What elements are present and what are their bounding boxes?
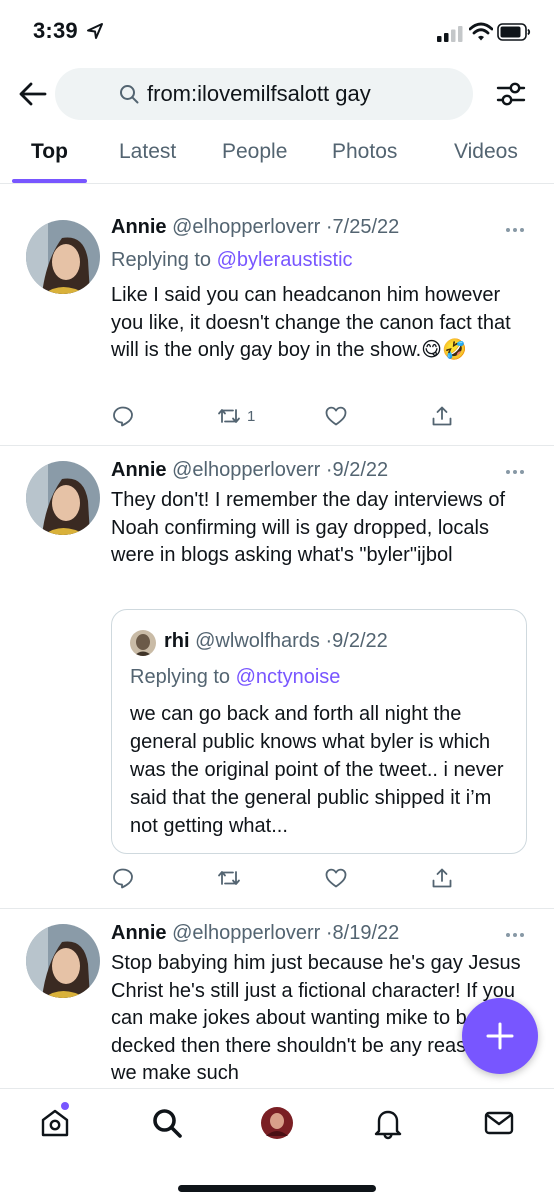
- share-button[interactable]: [430, 865, 454, 891]
- quoted-user-handle: @wlwolfhards: [195, 630, 320, 652]
- status-bar: 3:39: [0, 0, 554, 64]
- nav-notifications[interactable]: [371, 1106, 405, 1140]
- active-tab-indicator: [12, 179, 87, 183]
- tab-photos[interactable]: Photos: [332, 140, 397, 164]
- search-icon: [120, 85, 139, 104]
- reply-button[interactable]: [111, 403, 135, 429]
- nav-messages[interactable]: [482, 1106, 516, 1140]
- quoted-display-name: rhi: [164, 630, 190, 652]
- reply-button[interactable]: [111, 865, 135, 891]
- nav-spaces[interactable]: [260, 1106, 294, 1140]
- avatar[interactable]: [26, 924, 100, 998]
- replying-to: Replying to @byleraustistic: [111, 249, 353, 272]
- like-button[interactable]: [324, 865, 348, 891]
- display-name[interactable]: Annie: [111, 459, 167, 481]
- envelope-icon: [484, 1111, 514, 1135]
- cellular-signal-icon: [437, 26, 463, 42]
- search-icon: [153, 1109, 182, 1138]
- nav-search[interactable]: [150, 1106, 184, 1140]
- user-handle[interactable]: @elhopperloverr: [172, 922, 320, 944]
- dot-separator: ·: [325, 459, 333, 481]
- retweet-button[interactable]: 1: [217, 403, 255, 429]
- nav-home[interactable]: [38, 1106, 72, 1140]
- search-header: [0, 64, 554, 124]
- user-handle[interactable]: @elhopperloverr: [172, 216, 320, 238]
- replying-to-link[interactable]: @nctynoise: [236, 666, 341, 688]
- tweet-text: Like I said you can headcanon him howeve…: [111, 284, 511, 361]
- retweet-icon: [218, 871, 240, 885]
- home-indicator: [178, 1185, 376, 1192]
- tweet-date[interactable]: 9/2/22: [333, 459, 389, 481]
- bell-icon: [374, 1110, 402, 1140]
- like-button[interactable]: [324, 403, 348, 429]
- battery-icon: [497, 23, 531, 41]
- search-results-feed: Annie @elhopperloverr ·7/25/22 Replying …: [0, 184, 554, 1088]
- quoted-tweet-text: we can go back and forth all night the g…: [130, 703, 504, 837]
- share-icon: [432, 868, 452, 888]
- back-arrow-icon[interactable]: [18, 80, 48, 108]
- dot-separator: ·: [325, 216, 333, 238]
- home-icon: [41, 1109, 69, 1137]
- dot-separator: ·: [325, 922, 333, 944]
- more-options-icon[interactable]: [504, 226, 526, 234]
- display-name[interactable]: Annie: [111, 922, 167, 944]
- search-tabs: Top Latest People Photos Videos: [0, 128, 554, 184]
- notification-dot: [61, 1102, 69, 1110]
- retweet-icon: [218, 409, 240, 423]
- tweet-date[interactable]: 8/19/22: [333, 922, 400, 944]
- tab-videos[interactable]: Videos: [454, 140, 518, 164]
- bottom-navigation: [0, 1088, 554, 1200]
- quoted-tweet-date: 9/2/22: [332, 630, 388, 652]
- avatar[interactable]: [26, 461, 100, 535]
- tab-latest[interactable]: Latest: [119, 140, 176, 164]
- user-handle[interactable]: @elhopperloverr: [172, 459, 320, 481]
- search-input[interactable]: [147, 81, 409, 107]
- reply-icon: [113, 406, 133, 427]
- tweet-header: Annie @elhopperloverr ·8/19/22: [111, 922, 399, 945]
- avatar[interactable]: [26, 220, 100, 294]
- status-time: 3:39: [33, 18, 78, 43]
- replying-to-label: Replying to: [111, 249, 212, 271]
- divider: [0, 445, 554, 446]
- display-name[interactable]: Annie: [111, 216, 167, 238]
- quoted-replying-to: Replying to @nctynoise: [130, 666, 340, 689]
- wifi-icon: [469, 22, 493, 41]
- tab-top[interactable]: Top: [31, 140, 68, 164]
- filter-settings-icon[interactable]: [495, 78, 527, 110]
- quoted-tweet-header: rhi @wlwolfhards ·9/2/22: [164, 630, 388, 653]
- retweet-count: 1: [247, 407, 256, 425]
- replying-to-label: Replying to: [130, 666, 231, 688]
- quoted-tweet[interactable]: rhi @wlwolfhards ·9/2/22 Replying to @nc…: [111, 609, 527, 854]
- compose-tweet-button[interactable]: [462, 998, 538, 1074]
- location-arrow-icon: [87, 23, 103, 39]
- spaces-avatar-icon: [261, 1107, 293, 1139]
- tweet-text: They don't! I remember the day interview…: [111, 489, 505, 566]
- tweet-header: Annie @elhopperloverr ·7/25/22: [111, 216, 399, 239]
- tweet-date[interactable]: 7/25/22: [333, 216, 400, 238]
- replying-to-link[interactable]: @byleraustistic: [217, 249, 353, 271]
- retweet-button[interactable]: [217, 865, 241, 891]
- tab-people[interactable]: People: [222, 140, 287, 164]
- plus-icon: [486, 1022, 514, 1050]
- share-button[interactable]: [430, 403, 454, 429]
- quoted-avatar[interactable]: [130, 630, 156, 656]
- more-options-icon[interactable]: [504, 931, 526, 939]
- search-bar[interactable]: [55, 68, 473, 120]
- heart-icon: [325, 406, 347, 426]
- share-icon: [432, 406, 452, 426]
- heart-icon: [325, 868, 347, 888]
- reply-icon: [113, 868, 133, 889]
- divider: [0, 908, 554, 909]
- tweet-header: Annie @elhopperloverr ·9/2/22: [111, 459, 388, 482]
- more-options-icon[interactable]: [504, 468, 526, 476]
